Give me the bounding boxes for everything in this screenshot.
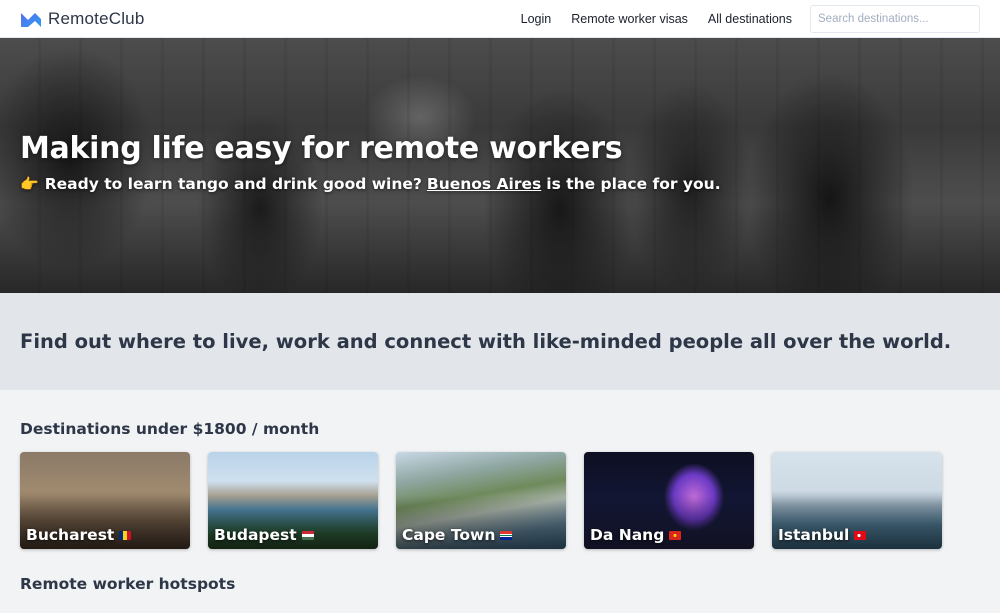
destination-cards: Bucharest Budapest Cape Town Da Nang Ist… bbox=[20, 452, 980, 549]
destination-card-istanbul[interactable]: Istanbul bbox=[772, 452, 942, 549]
hero-subtitle-text: Ready to learn tango and drink good wine… bbox=[44, 175, 422, 193]
card-city-name: Istanbul bbox=[778, 526, 850, 544]
card-label: Budapest bbox=[214, 526, 314, 544]
card-city-name: Budapest bbox=[214, 526, 297, 544]
destination-card-bucharest[interactable]: Bucharest bbox=[20, 452, 190, 549]
hotspots-title: Remote worker hotspots bbox=[20, 575, 236, 593]
nav-login[interactable]: Login bbox=[521, 12, 552, 26]
site-header: RemoteClub Login Remote worker visas All… bbox=[0, 0, 1000, 38]
main-nav: Login Remote worker visas All destinatio… bbox=[521, 12, 792, 26]
hero-subtitle-text-end: is the place for you. bbox=[546, 175, 721, 193]
card-label: Da Nang bbox=[590, 526, 682, 544]
card-city-name: Bucharest bbox=[26, 526, 115, 544]
remoteclub-logo-icon bbox=[21, 12, 41, 27]
card-city-name: Cape Town bbox=[402, 526, 496, 544]
brand-name: RemoteClub bbox=[48, 8, 145, 28]
hero-subtitle: 👉 Ready to learn tango and drink good wi… bbox=[20, 175, 721, 193]
hungary-flag-icon bbox=[301, 530, 314, 540]
pointing-hand-icon: 👉 bbox=[20, 175, 39, 193]
tagline-band: Find out where to live, work and connect… bbox=[0, 293, 1000, 390]
nav-remote-worker-visas[interactable]: Remote worker visas bbox=[571, 12, 688, 26]
destination-card-cape-town[interactable]: Cape Town bbox=[396, 452, 566, 549]
romania-flag-icon bbox=[119, 530, 132, 540]
card-label: Cape Town bbox=[402, 526, 513, 544]
turkey-flag-icon bbox=[854, 530, 867, 540]
destinations-title: Destinations under $1800 / month bbox=[20, 420, 320, 438]
buenos-aires-link[interactable]: Buenos Aires bbox=[427, 175, 541, 193]
destination-card-da-nang[interactable]: Da Nang bbox=[584, 452, 754, 549]
vietnam-flag-icon bbox=[669, 530, 682, 540]
south-africa-flag-icon bbox=[500, 530, 513, 540]
destinations-section: Destinations under $1800 / month Buchare… bbox=[0, 390, 1000, 549]
card-label: Bucharest bbox=[26, 526, 132, 544]
tagline-text: Find out where to live, work and connect… bbox=[20, 330, 952, 353]
card-label: Istanbul bbox=[778, 526, 867, 544]
hero-banner: Making life easy for remote workers 👉 Re… bbox=[0, 38, 1000, 293]
hero-content: Making life easy for remote workers 👉 Re… bbox=[20, 131, 721, 193]
brand-logo[interactable]: RemoteClub bbox=[20, 9, 145, 29]
search-input[interactable] bbox=[810, 4, 980, 33]
card-city-name: Da Nang bbox=[590, 526, 665, 544]
destination-card-budapest[interactable]: Budapest bbox=[208, 452, 378, 549]
hotspots-section: Remote worker hotspots bbox=[0, 549, 1000, 593]
nav-all-destinations[interactable]: All destinations bbox=[708, 12, 792, 26]
hero-title: Making life easy for remote workers bbox=[20, 131, 623, 166]
